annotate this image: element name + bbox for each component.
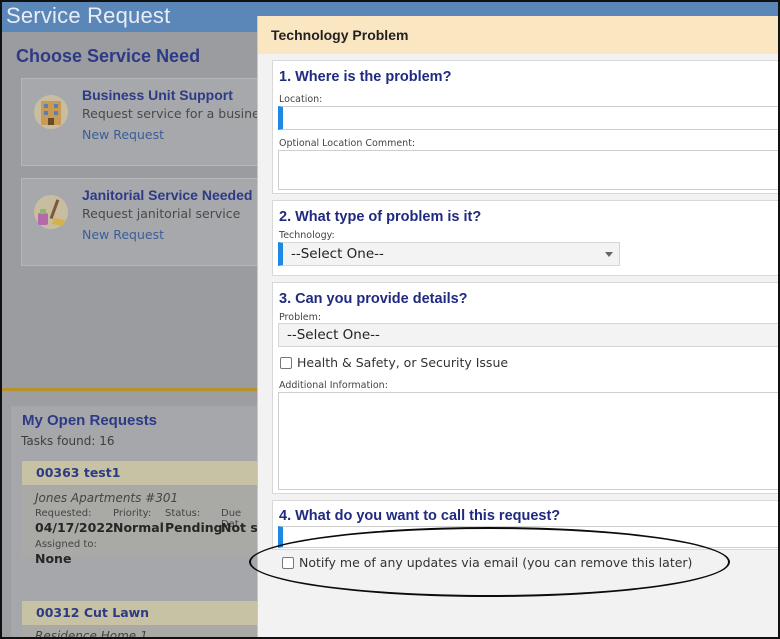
problem-label: Problem: (279, 312, 322, 323)
chevron-down-icon (605, 252, 613, 257)
office-building-icon (34, 95, 68, 129)
requested-value: 04/17/2022 (35, 520, 114, 535)
modal-title: Technology Problem (271, 27, 409, 43)
open-requests-title: My Open Requests (22, 412, 158, 429)
assigned-value: None (35, 551, 72, 566)
assigned-label: Assigned to: (35, 539, 97, 550)
section-where: 1. Where is the problem? Location: Optio… (272, 60, 778, 194)
priority-label: Priority: (113, 508, 152, 519)
task-header[interactable]: 00363 test1 (22, 461, 262, 485)
status-label: Status: (165, 508, 201, 519)
checkbox-box[interactable] (282, 556, 294, 569)
additional-info-label: Additional Information: (279, 380, 388, 391)
section-title: 4. What do you want to call this request… (279, 508, 561, 524)
location-comment-label: Optional Location Comment: (279, 138, 416, 149)
service-card-business-unit[interactable]: Business Unit Support Request service fo… (21, 78, 273, 166)
status-value: Pending (165, 520, 223, 535)
cleaning-supplies-icon (34, 195, 68, 229)
priority-value: Normal (113, 520, 164, 535)
new-request-link[interactable]: New Request (82, 227, 164, 242)
checkbox-box[interactable] (280, 356, 292, 369)
technology-select-value: --Select One-- (291, 246, 384, 262)
card-title: Business Unit Support (82, 87, 233, 103)
task-header[interactable]: 00312 Cut Lawn (22, 601, 262, 625)
problem-select-value: --Select One-- (287, 327, 380, 343)
requested-label: Requested: (35, 508, 92, 519)
health-safety-checkbox[interactable]: Health & Safety, or Security Issue (280, 355, 508, 370)
technology-label: Technology: (279, 230, 335, 241)
task-card[interactable]: 00363 test1 Jones Apartments #301 Reques… (22, 461, 267, 566)
section-title: 3. Can you provide details? (279, 291, 468, 307)
location-label: Location: (279, 94, 323, 105)
section-type: 2. What type of problem is it? Technolog… (272, 200, 778, 276)
notify-email-label: Notify me of any updates via email (you … (299, 555, 693, 570)
technology-problem-modal: Technology Problem 1. Where is the probl… (257, 16, 778, 637)
tasks-count: Tasks found: 16 (21, 434, 115, 448)
task-location: Residence Home 1 (35, 629, 148, 639)
section-details: 3. Can you provide details? Problem: --S… (272, 282, 778, 494)
additional-info-input[interactable] (278, 392, 778, 490)
section-name: 4. What do you want to call this request… (272, 500, 778, 550)
card-description: Request janitorial service (82, 206, 241, 221)
location-comment-input[interactable] (278, 150, 778, 190)
problem-select[interactable]: --Select One-- (278, 323, 778, 347)
location-input[interactable] (278, 106, 778, 130)
task-location: Jones Apartments #301 (35, 491, 179, 505)
section-title: 2. What type of problem is it? (279, 209, 482, 225)
card-title: Janitorial Service Needed (82, 187, 253, 203)
choose-service-heading: Choose Service Need (16, 46, 201, 66)
health-safety-label: Health & Safety, or Security Issue (297, 355, 509, 370)
service-card-janitorial[interactable]: Janitorial Service Needed Request janito… (21, 178, 271, 266)
notify-email-checkbox[interactable]: Notify me of any updates via email (you … (282, 555, 692, 570)
app-title: Service Request (6, 3, 171, 28)
card-description: Request service for a business (82, 106, 273, 121)
task-card[interactable]: 00312 Cut Lawn Residence Home 1 (22, 601, 262, 639)
new-request-link[interactable]: New Request (82, 127, 164, 142)
request-name-input[interactable] (278, 526, 778, 548)
modal-header: Technology Problem (258, 16, 778, 54)
screenshot-frame: Service Request Choose Service Need Busi… (0, 0, 780, 639)
technology-select[interactable]: --Select One-- (278, 242, 620, 266)
section-title: 1. Where is the problem? (279, 69, 452, 85)
